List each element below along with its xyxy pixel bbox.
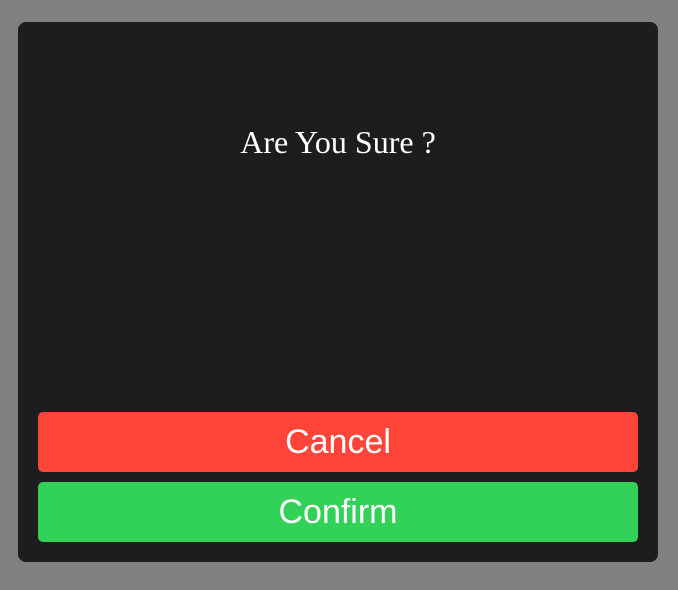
confirm-button[interactable]: Confirm: [38, 482, 638, 542]
modal-backdrop: Are You Sure ? Cancel Confirm: [0, 0, 678, 590]
confirmation-dialog: Are You Sure ? Cancel Confirm: [18, 22, 658, 562]
dialog-title: Are You Sure ?: [240, 124, 436, 160]
cancel-button[interactable]: Cancel: [38, 412, 638, 472]
